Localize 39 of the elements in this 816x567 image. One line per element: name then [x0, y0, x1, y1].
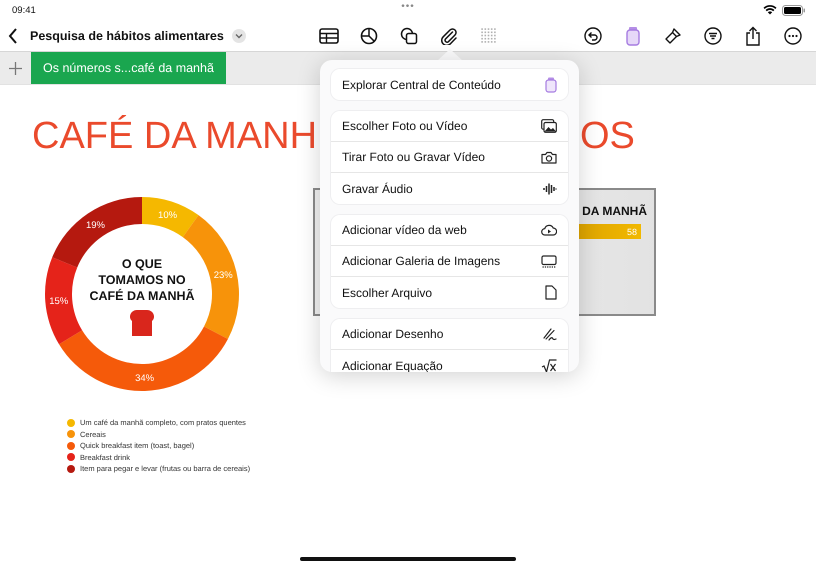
square-root-icon — [541, 358, 557, 372]
camera-icon — [541, 150, 557, 164]
document-title[interactable]: Pesquisa de hábitos alimentares — [30, 28, 224, 42]
more-icon[interactable] — [782, 24, 804, 46]
status-time: 09:41 — [12, 4, 36, 16]
menu-item[interactable]: Adicionar Desenho — [331, 319, 568, 350]
menu-item[interactable]: Adicionar Equação — [331, 350, 568, 372]
cloud-play-icon — [541, 224, 557, 236]
data-label: 15% — [49, 296, 68, 307]
data-label: 34% — [135, 372, 154, 384]
wifi-icon — [763, 5, 777, 15]
menu-item[interactable]: Escolher Arquivo — [331, 277, 568, 308]
photos-icon — [541, 119, 557, 133]
pie-chart-icon[interactable] — [358, 24, 380, 46]
menu-item[interactable]: Adicionar Galeria de Imagens — [331, 246, 568, 277]
heading-text: CAFÉ DA MANH — [32, 115, 318, 158]
multitask-dots[interactable]: ••• — [401, 1, 415, 12]
menu-item[interactable]: Gravar Áudio — [331, 173, 568, 204]
chart-title: DA MANHÃ — [582, 204, 647, 218]
data-label: 19% — [86, 220, 105, 232]
chart-title: O QUE TOMAMOS NO CAFÉ DA MANHÃ — [89, 256, 195, 304]
undo-icon[interactable] — [582, 24, 604, 46]
menu-item[interactable]: Tirar Foto ou Gravar Vídeo — [331, 142, 568, 173]
drawing-icon — [543, 327, 557, 341]
data-label: 10% — [158, 210, 178, 221]
format-icon[interactable] — [702, 24, 724, 46]
menu-item[interactable]: Adicionar vídeo da web — [331, 215, 568, 246]
toast-icon — [127, 308, 157, 338]
gallery-icon — [541, 254, 557, 268]
back-button[interactable] — [8, 28, 18, 44]
document-icon — [545, 285, 557, 300]
menu-item[interactable]: Escolher Foto ou Vídeo — [331, 111, 568, 142]
menu-item[interactable]: Explorar Central de Conteúdo — [331, 69, 568, 100]
data-label: 23% — [214, 270, 233, 282]
content-hub-icon — [545, 76, 557, 92]
chevron-down-icon[interactable] — [232, 28, 246, 42]
heading-text: OS — [580, 115, 635, 158]
battery-icon — [782, 4, 806, 16]
waveform-icon — [543, 182, 557, 196]
